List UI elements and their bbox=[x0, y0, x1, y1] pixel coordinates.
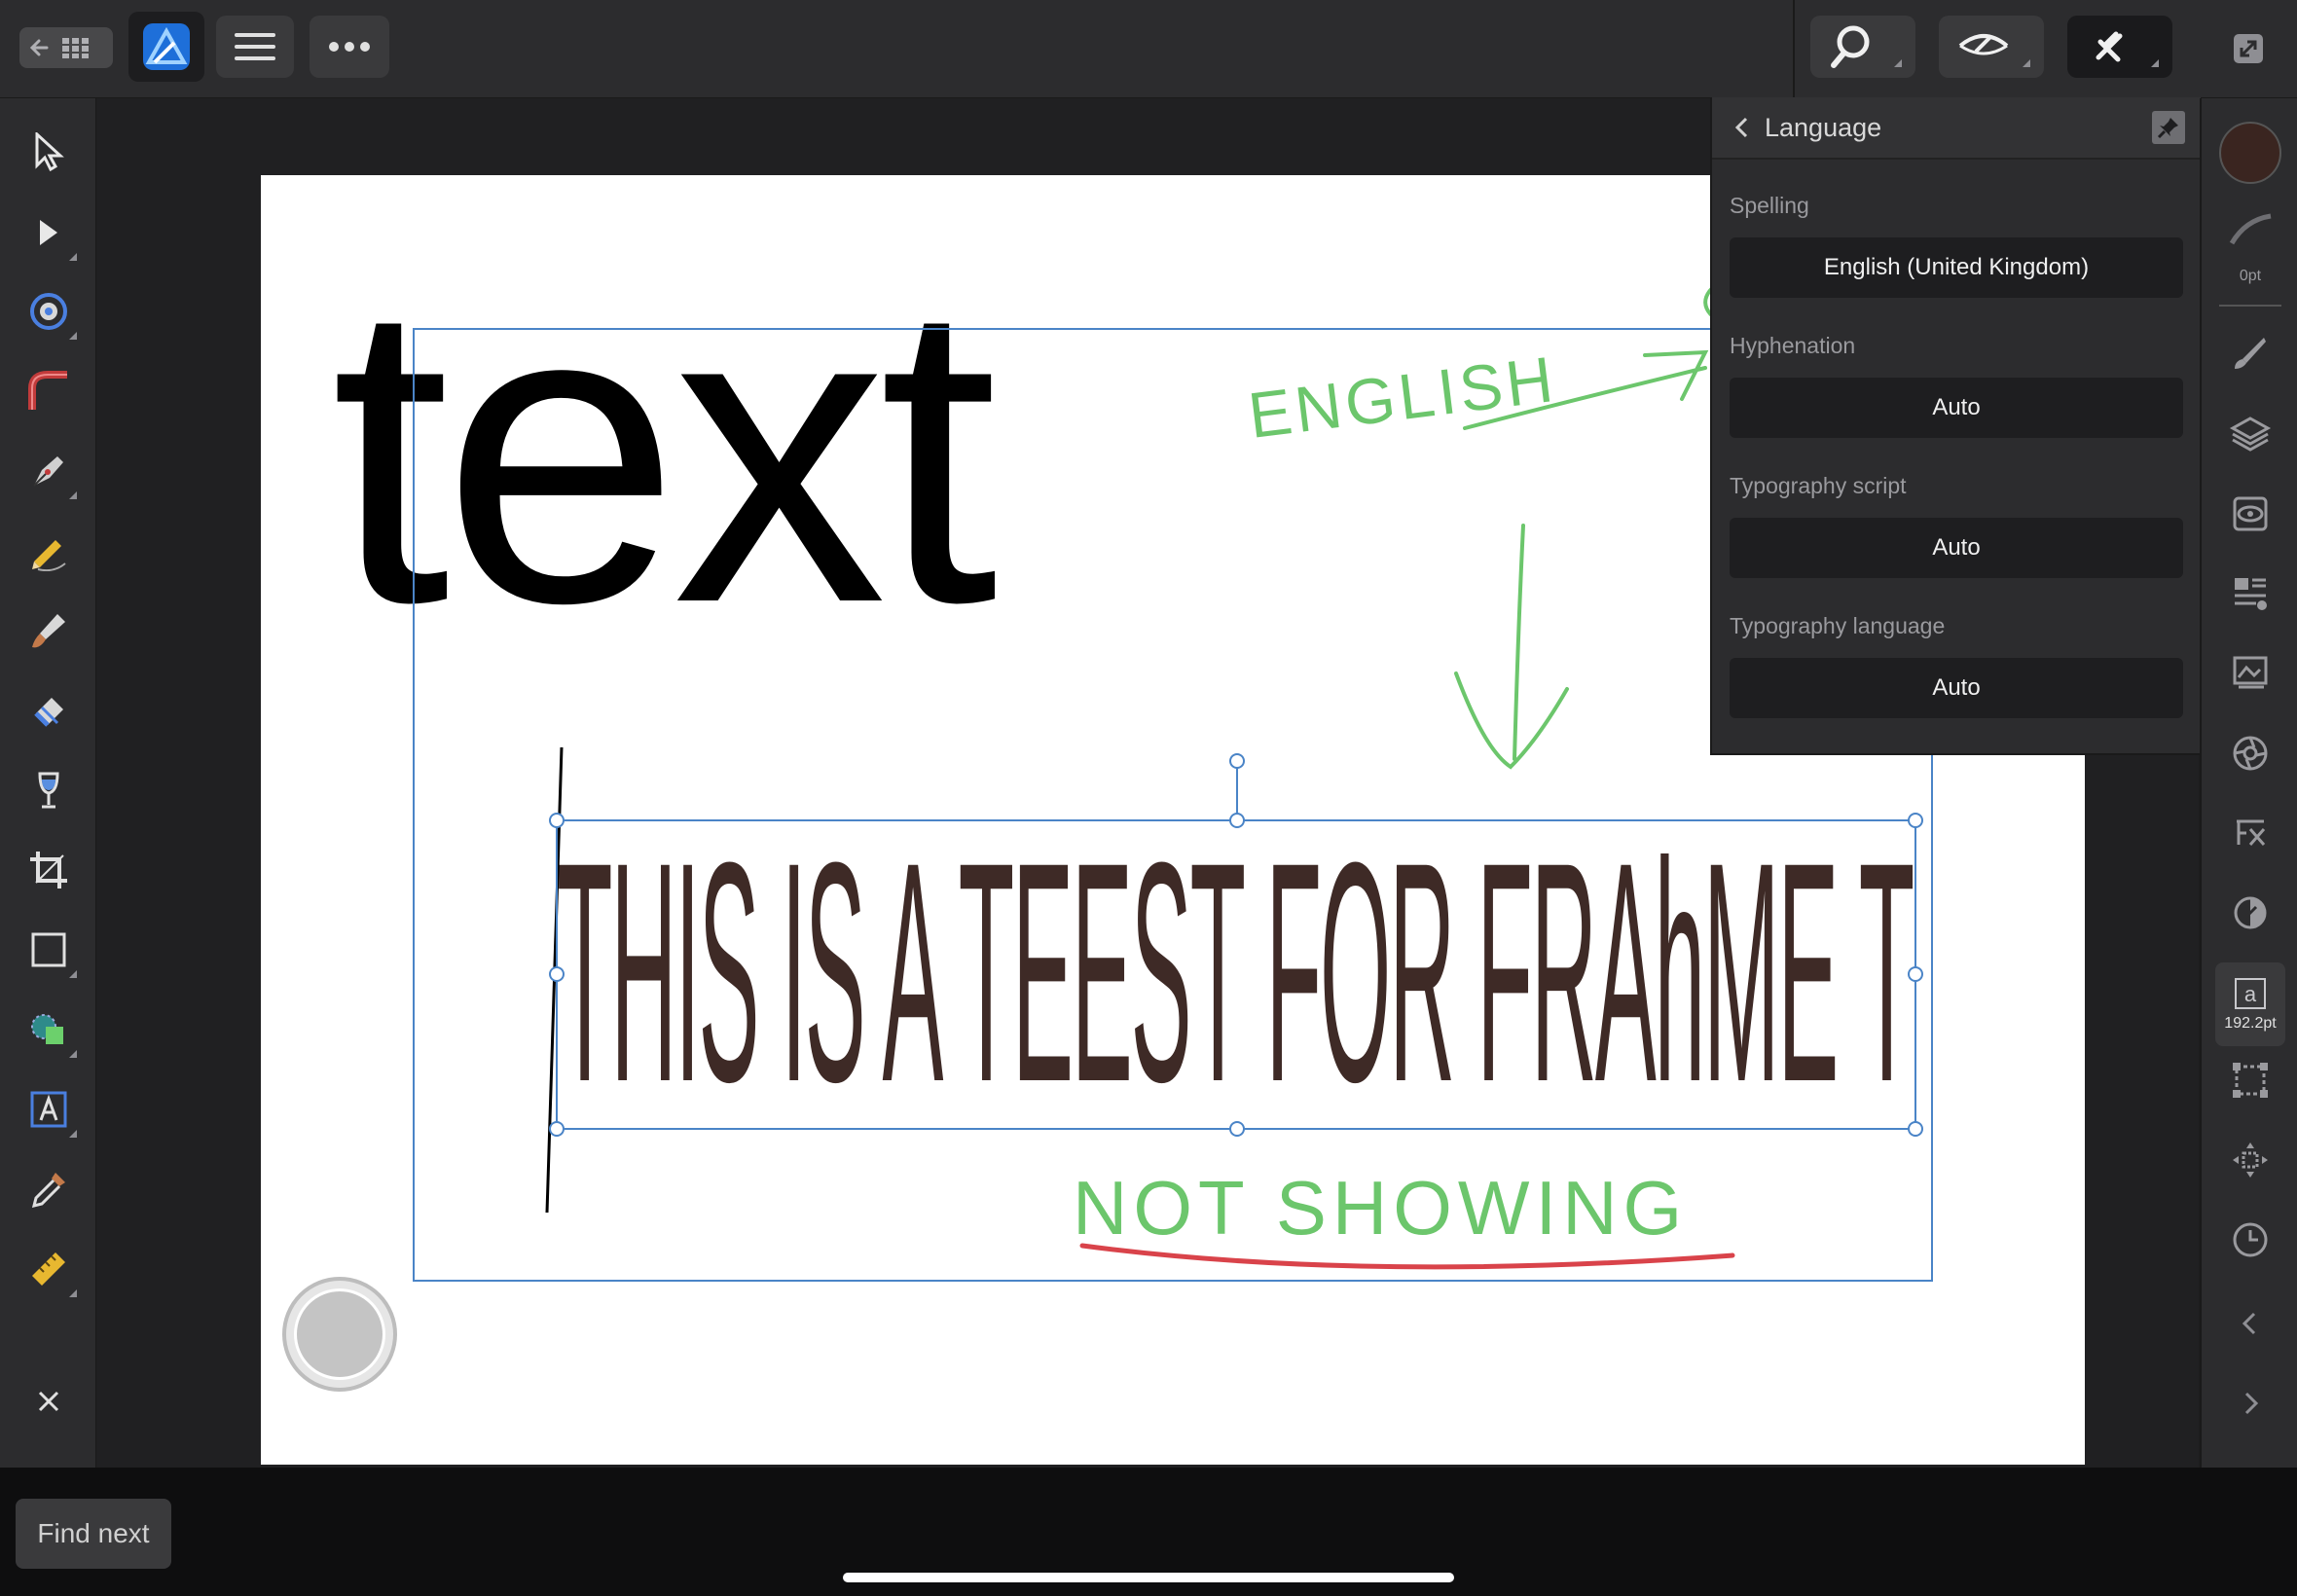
pin-icon bbox=[2157, 118, 2178, 139]
handle-bl[interactable] bbox=[549, 1121, 565, 1137]
adjustment-icon bbox=[2234, 896, 2267, 929]
language-panel: Language Spelling English (United Kingdo… bbox=[1710, 97, 2203, 755]
assets-studio[interactable] bbox=[2226, 649, 2275, 698]
hyphenation-dropdown[interactable]: Auto bbox=[1730, 378, 2183, 438]
navigator-studio[interactable] bbox=[2226, 1136, 2275, 1184]
brushes-studio[interactable] bbox=[2226, 329, 2275, 378]
adjustments-studio[interactable] bbox=[2226, 889, 2275, 937]
annotation-english: ENGLISH bbox=[1245, 343, 1560, 452]
typography-language-label: Typography language bbox=[1730, 613, 1946, 638]
hyphenation-label: Hyphenation bbox=[1730, 333, 1856, 358]
fx-icon bbox=[2237, 819, 2266, 846]
studio-expand-button[interactable] bbox=[2226, 1379, 2275, 1428]
swatches-studio[interactable] bbox=[2226, 729, 2275, 778]
transform-studio[interactable] bbox=[2226, 1056, 2275, 1105]
handle-tm[interactable] bbox=[1229, 813, 1245, 828]
studio-collapse-button[interactable] bbox=[2226, 1299, 2275, 1348]
brush-studio-icon bbox=[2235, 338, 2266, 369]
color-wheel-icon bbox=[2233, 736, 2268, 771]
stroke-icon bbox=[2229, 213, 2272, 245]
studio-divider bbox=[2219, 305, 2281, 307]
studio-bar: 0pt a 192.2pt bbox=[2200, 98, 2297, 1469]
annotation-arrow-down bbox=[1454, 524, 1569, 770]
character-a-icon: a bbox=[2235, 978, 2266, 1009]
record-button[interactable] bbox=[282, 1277, 397, 1392]
text-styles-icon bbox=[2235, 578, 2267, 610]
svg-text:a: a bbox=[2244, 982, 2257, 1006]
stroke-width-label: 0pt bbox=[2239, 268, 2262, 284]
history-clock-icon bbox=[2233, 1222, 2268, 1257]
panel-header: Language bbox=[1712, 97, 2201, 160]
pin-button[interactable] bbox=[2152, 111, 2185, 144]
back-button[interactable] bbox=[1728, 113, 1757, 142]
history-studio[interactable] bbox=[2226, 1215, 2275, 1264]
handle-tl[interactable] bbox=[549, 813, 565, 828]
appearance-icon bbox=[2233, 496, 2268, 531]
transform-icon bbox=[2233, 1063, 2268, 1098]
text-styles-studio[interactable] bbox=[2226, 569, 2275, 618]
panel-title: Language bbox=[1765, 113, 1882, 142]
handle-bm[interactable] bbox=[1229, 1121, 1245, 1137]
layers-icon bbox=[2229, 417, 2272, 452]
assets-icon bbox=[2233, 656, 2268, 689]
fill-color-circle bbox=[2219, 122, 2281, 184]
typography-script-dropdown[interactable]: Auto bbox=[1730, 518, 2183, 578]
chevron-left-icon bbox=[2242, 1312, 2256, 1335]
home-indicator[interactable] bbox=[843, 1573, 1454, 1582]
layers-studio[interactable] bbox=[2226, 410, 2275, 458]
fill-swatch[interactable] bbox=[2219, 122, 2281, 184]
handle-br[interactable] bbox=[1908, 1121, 1923, 1137]
chevron-right-icon bbox=[2244, 1392, 2259, 1415]
typography-language-dropdown[interactable]: Auto bbox=[1730, 658, 2183, 718]
character-studio[interactable]: a 192.2pt bbox=[2215, 962, 2285, 1046]
annotation-not-showing: NOT SHOWING bbox=[1073, 1165, 1688, 1251]
effects-studio[interactable] bbox=[2226, 809, 2275, 857]
chevron-left-icon bbox=[1734, 117, 1748, 138]
handle-ml[interactable] bbox=[549, 966, 565, 982]
spelling-dropdown[interactable]: English (United Kingdom) bbox=[1730, 237, 2183, 298]
stroke-swatch[interactable] bbox=[2226, 205, 2275, 254]
spelling-label: Spelling bbox=[1730, 193, 1809, 218]
typography-script-label: Typography script bbox=[1730, 473, 1907, 498]
find-next-button[interactable]: Find next bbox=[16, 1499, 171, 1569]
selection-box[interactable] bbox=[556, 819, 1916, 1130]
outer-text-frame[interactable] bbox=[413, 328, 1933, 1282]
record-inner bbox=[294, 1288, 385, 1380]
rotation-handle[interactable] bbox=[1229, 753, 1245, 769]
handle-mr[interactable] bbox=[1908, 966, 1923, 982]
handle-tr[interactable] bbox=[1908, 813, 1923, 828]
font-size-label: 192.2pt bbox=[2224, 1015, 2277, 1032]
navigator-arrows-icon bbox=[2233, 1143, 2268, 1178]
appearance-studio[interactable] bbox=[2226, 490, 2275, 538]
